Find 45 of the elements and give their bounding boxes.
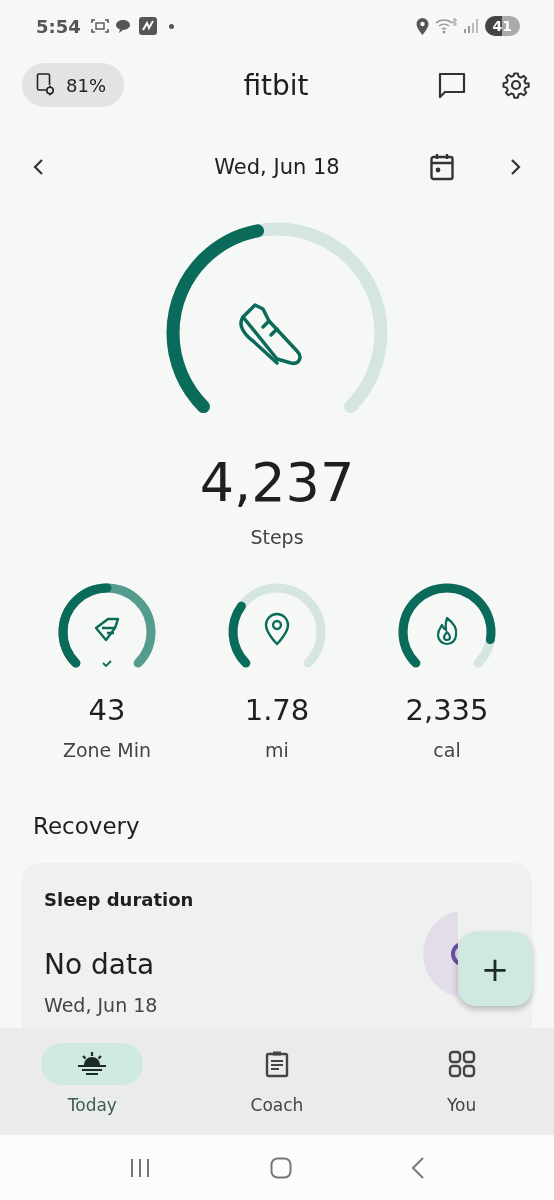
app-icon: [138, 17, 157, 35]
stat-value: 1.78: [244, 692, 310, 728]
stat-label: Zone Min: [62, 738, 152, 763]
signal-icon: [462, 18, 479, 34]
shoe-icon: [239, 303, 302, 366]
app-title: fitbit: [243, 68, 309, 102]
wifi-icon: [434, 18, 457, 34]
status-time: 5:54: [36, 15, 81, 37]
check-icon: [102, 660, 112, 668]
next-day-icon[interactable]: [508, 158, 522, 176]
steps-label: Steps: [250, 525, 304, 550]
stat-label: cal: [433, 738, 461, 763]
previous-day-icon[interactable]: [32, 158, 46, 176]
stat-value: 2,335: [405, 692, 489, 728]
chat-bubbles-icon: [114, 18, 133, 34]
section-title: Recovery: [33, 812, 140, 841]
home-icon[interactable]: [270, 1156, 292, 1179]
screenshot-icon: [90, 18, 109, 34]
phone-watch-icon: [36, 73, 56, 97]
recent-apps-icon[interactable]: [129, 1157, 152, 1178]
back-icon[interactable]: [410, 1156, 425, 1179]
location-icon: [415, 17, 429, 35]
clipboard-icon: [265, 1050, 289, 1078]
add-button[interactable]: +: [458, 932, 532, 1006]
sleep-value: No data: [44, 947, 155, 983]
location-pin-icon: [264, 612, 290, 646]
notification-dot: [168, 23, 174, 29]
nav-tab[interactable]: You: [401, 1043, 522, 1135]
flame-icon: [436, 616, 458, 646]
stat-value: 43: [88, 692, 126, 728]
calendar-icon[interactable]: [430, 153, 454, 181]
nav-tab[interactable]: Today: [32, 1043, 153, 1135]
sleep-date: Wed, Jun 18: [44, 993, 158, 1017]
floating-bubble[interactable]: [423, 910, 458, 998]
stat-label: mi: [265, 738, 289, 763]
settings-icon[interactable]: [502, 71, 530, 99]
nav-tab[interactable]: Coach: [217, 1043, 337, 1135]
message-icon[interactable]: [438, 71, 466, 99]
grid-icon: [447, 1050, 476, 1078]
sunrise-icon: [77, 1051, 108, 1077]
current-date: Wed, Jun 18: [214, 155, 340, 179]
device-battery-chip[interactable]: 81%: [22, 63, 124, 107]
battery-level: 41: [484, 16, 520, 36]
steps-count: 4,237: [199, 453, 355, 513]
card-title: Sleep duration: [44, 888, 194, 912]
